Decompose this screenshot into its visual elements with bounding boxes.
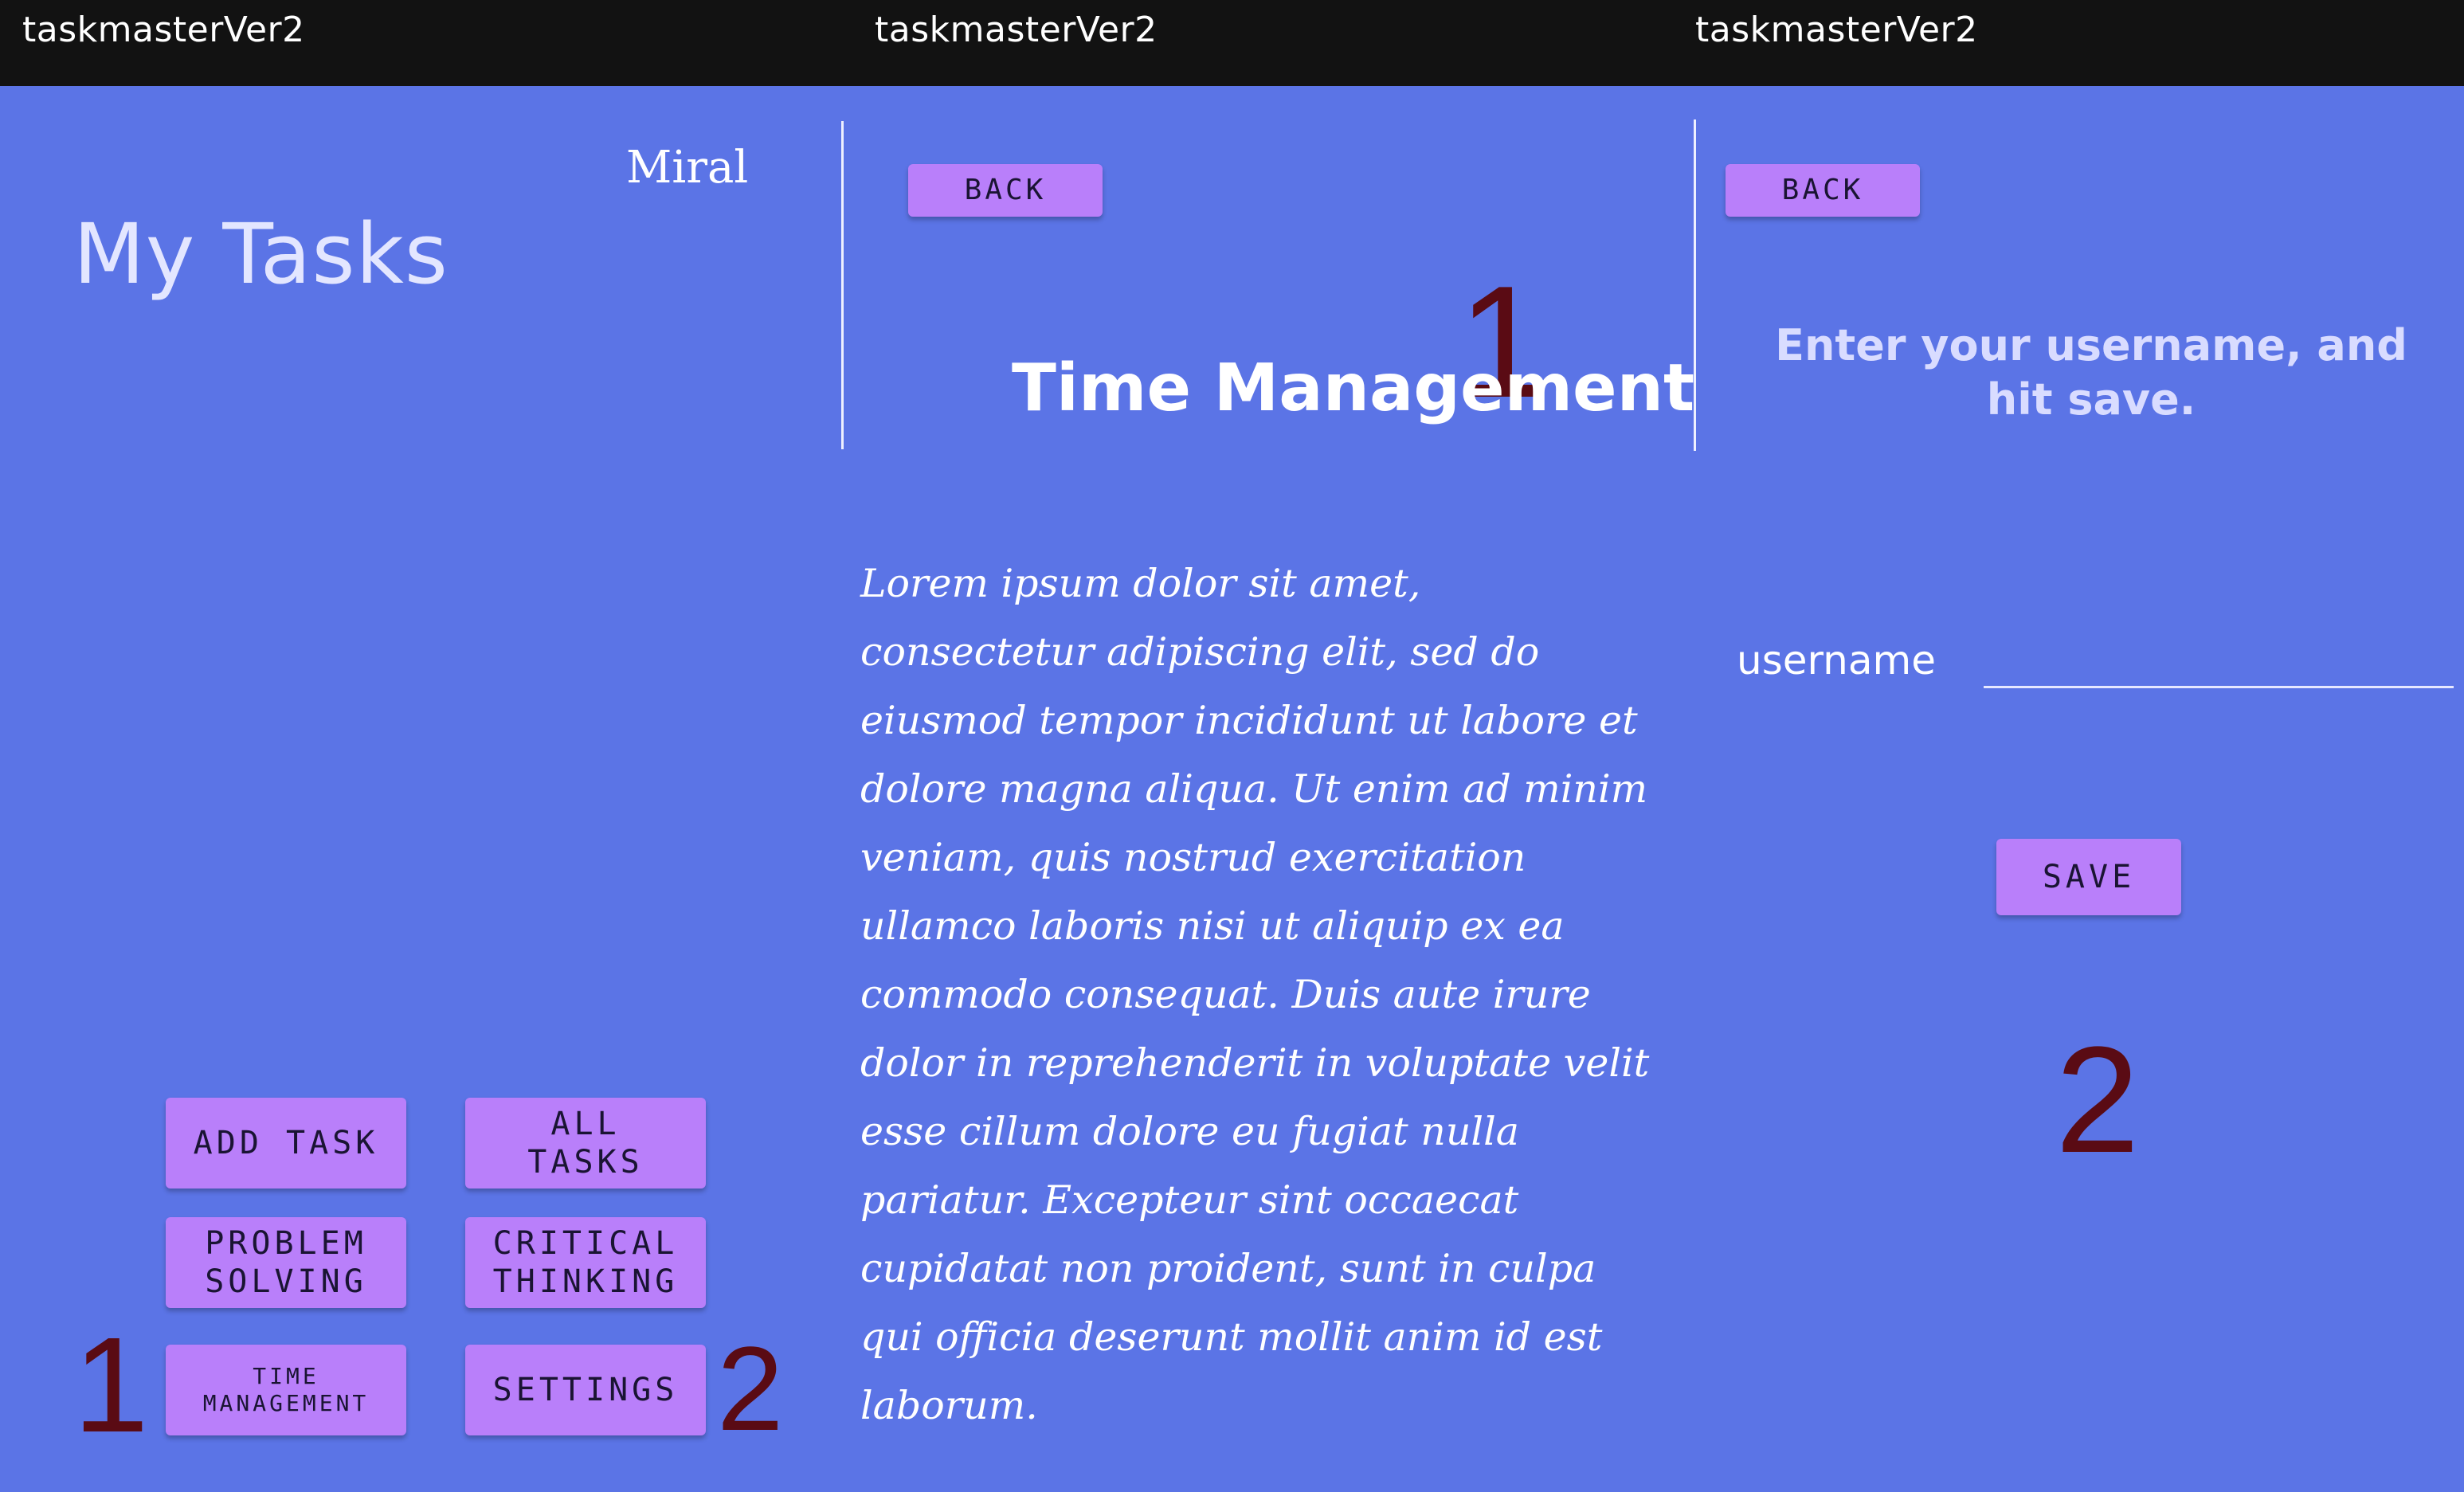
settings-button[interactable]: SETTINGS bbox=[465, 1345, 706, 1435]
critical-thinking-label: THINKING bbox=[492, 1263, 679, 1300]
problem-solving-label: SOLVING bbox=[205, 1263, 367, 1300]
home-screen: Miral My Tasks ADD TASK ALL TASKS PROBLE… bbox=[0, 86, 843, 1492]
settings-screen: BACK SAVE 2 bbox=[1697, 86, 2464, 1492]
add-task-button[interactable]: ADD TASK bbox=[166, 1098, 406, 1189]
page-title: My Tasks bbox=[73, 206, 449, 303]
username-input[interactable] bbox=[1984, 621, 2454, 688]
app-title: taskmasterVer2 bbox=[1695, 10, 1978, 50]
back-label: BACK bbox=[964, 174, 1047, 207]
all-tasks-label: ALL bbox=[550, 1106, 621, 1142]
time-management-label: MANAGEMENT bbox=[202, 1390, 370, 1416]
back-button[interactable]: BACK bbox=[1726, 164, 1920, 217]
user-name: Miral bbox=[626, 142, 749, 194]
annotation-number: 2 bbox=[717, 1322, 784, 1455]
annotation-number: 2 bbox=[2055, 1016, 2140, 1185]
task-description: Lorem ipsum dolor sit amet, consectetur … bbox=[860, 561, 1650, 1428]
problem-solving-label: PROBLEM bbox=[205, 1225, 367, 1262]
critical-thinking-label: CRITICAL bbox=[492, 1225, 679, 1262]
problem-solving-button[interactable]: PROBLEM SOLVING bbox=[166, 1217, 406, 1308]
save-label: SAVE bbox=[2042, 859, 2136, 895]
settings-prompt: Enter your username, and hit save. bbox=[1775, 320, 2407, 425]
screen-divider bbox=[841, 121, 844, 449]
task-title: Time Management bbox=[1012, 350, 1695, 426]
save-button[interactable]: SAVE bbox=[1996, 839, 2181, 915]
time-management-button[interactable]: TIME MANAGEMENT bbox=[166, 1345, 406, 1435]
screen-divider bbox=[1694, 119, 1696, 451]
back-button[interactable]: BACK bbox=[908, 164, 1103, 217]
add-task-label: ADD TASK bbox=[193, 1125, 379, 1161]
all-tasks-button[interactable]: ALL TASKS bbox=[465, 1098, 706, 1189]
settings-label: SETTINGS bbox=[492, 1372, 679, 1408]
all-tasks-label: TASKS bbox=[527, 1144, 644, 1181]
app-title: taskmasterVer2 bbox=[875, 10, 1158, 50]
username-label: username bbox=[1737, 637, 1936, 683]
app-title: taskmasterVer2 bbox=[22, 10, 305, 50]
back-label: BACK bbox=[1781, 174, 1864, 207]
time-management-label: TIME bbox=[253, 1363, 319, 1390]
status-bar: taskmasterVer2 taskmasterVer2 taskmaster… bbox=[0, 0, 2464, 86]
critical-thinking-button[interactable]: CRITICAL THINKING bbox=[465, 1217, 706, 1308]
annotation-number: 1 bbox=[73, 1310, 149, 1461]
